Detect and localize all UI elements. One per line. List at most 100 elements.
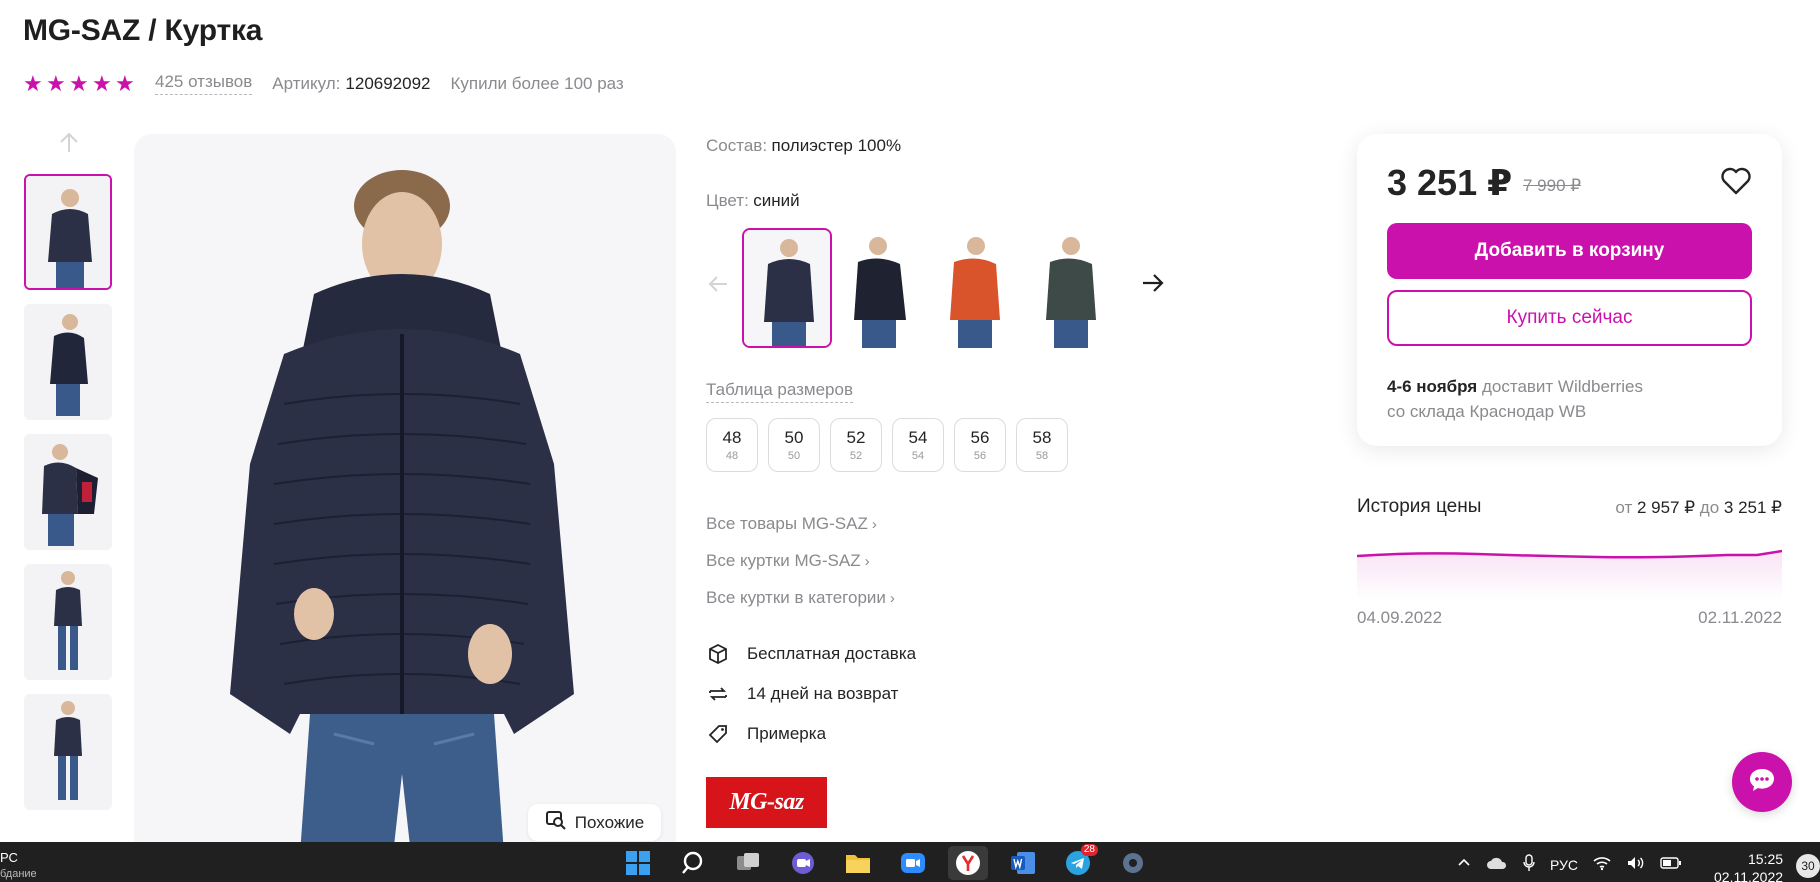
size-sublabel: 56 bbox=[973, 450, 987, 462]
color-label: Цвет: bbox=[706, 191, 749, 210]
brand-logo[interactable]: MG-saz bbox=[706, 777, 827, 828]
task-view-icon[interactable] bbox=[728, 846, 768, 880]
star-icon: ★ bbox=[23, 70, 43, 96]
range-from-value: 2 957 ₽ bbox=[1636, 498, 1696, 517]
chevron-right-icon: › bbox=[864, 553, 870, 570]
color-option-orange[interactable] bbox=[930, 228, 1020, 348]
thumbnail-4[interactable] bbox=[24, 564, 112, 680]
link-all-brand-goods[interactable]: Все товары MG-SAZ › bbox=[706, 514, 895, 536]
search-icon[interactable] bbox=[673, 846, 713, 880]
size-option[interactable]: 52 52 bbox=[830, 418, 882, 472]
article-label: Артикул: bbox=[272, 73, 341, 93]
windows-start-icon[interactable] bbox=[618, 846, 658, 880]
reviews-link[interactable]: 425 отзывов bbox=[155, 72, 253, 95]
star-icon: ★ bbox=[92, 70, 112, 96]
yandex-browser-icon[interactable] bbox=[948, 846, 988, 880]
microphone-icon[interactable] bbox=[1522, 854, 1536, 875]
size-label: 58 bbox=[1032, 428, 1052, 447]
taskbar-weather[interactable]: РС бдание bbox=[0, 851, 37, 880]
range-to-value: 3 251 ₽ bbox=[1723, 498, 1782, 517]
arrow-up-icon[interactable] bbox=[56, 130, 82, 156]
zoom-icon[interactable] bbox=[893, 846, 933, 880]
taskbar-clock[interactable]: 15:25 02.11.2022 bbox=[1714, 850, 1783, 882]
file-explorer-icon[interactable] bbox=[838, 846, 878, 880]
size-option[interactable]: 54 54 bbox=[892, 418, 944, 472]
onedrive-cloud-icon[interactable] bbox=[1486, 855, 1508, 874]
heart-icon[interactable] bbox=[1719, 164, 1753, 198]
perk-label: Примерка bbox=[747, 724, 827, 743]
telegram-badge: 28 bbox=[1080, 844, 1098, 856]
size-sublabel: 54 bbox=[911, 450, 925, 462]
perk-return: 14 дней на возврат bbox=[706, 682, 916, 706]
similar-search-icon bbox=[545, 809, 567, 836]
thumbnail-1[interactable] bbox=[24, 174, 112, 290]
bought-count: Купили более 100 раз bbox=[450, 73, 624, 93]
size-sublabel: 58 bbox=[1035, 450, 1049, 462]
main-product-photo[interactable] bbox=[134, 134, 676, 882]
telegram-icon[interactable]: 28 bbox=[1058, 844, 1098, 880]
size-sublabel: 52 bbox=[849, 450, 863, 462]
price-history-title: История цены bbox=[1357, 496, 1482, 517]
star-icon: ★ bbox=[69, 70, 89, 96]
composition-value: полиэстер 100% bbox=[771, 136, 902, 155]
thumbnail-2[interactable] bbox=[24, 304, 112, 420]
return-arrows-icon bbox=[706, 682, 730, 706]
size-option[interactable]: 50 50 bbox=[768, 418, 820, 472]
word-icon[interactable] bbox=[1003, 846, 1043, 880]
size-selector: 48 48 50 50 52 52 54 54 56 56 58 58 bbox=[706, 418, 1068, 472]
arrow-right-icon[interactable] bbox=[1140, 270, 1166, 303]
battery-icon[interactable] bbox=[1660, 856, 1682, 873]
notification-badge[interactable]: 30 bbox=[1796, 854, 1820, 878]
size-label: 56 bbox=[970, 428, 990, 447]
chat-button[interactable] bbox=[1732, 752, 1792, 812]
settings-gear-icon[interactable] bbox=[1113, 846, 1153, 880]
windows-taskbar: РС бдание 28 РУС 15:25 02.11.2022 30 bbox=[0, 842, 1820, 882]
chat-bubble-icon bbox=[1747, 765, 1777, 800]
color-option-navy[interactable] bbox=[742, 228, 832, 348]
taskbar-apps: 28 bbox=[618, 844, 1153, 880]
rating-stars[interactable]: ★ ★ ★ ★ ★ bbox=[23, 70, 135, 96]
similar-button[interactable]: Похожие bbox=[528, 804, 661, 841]
similar-label: Похожие bbox=[574, 812, 645, 832]
star-icon: ★ bbox=[46, 70, 66, 96]
price-history-chart[interactable] bbox=[1356, 540, 1783, 600]
arrow-left-icon[interactable] bbox=[706, 272, 730, 303]
delivery-info: 4-6 ноября доставит Wildberries со склад… bbox=[1387, 374, 1643, 424]
color-selector bbox=[706, 228, 1166, 348]
link-all-brand-jackets[interactable]: Все куртки MG-SAZ › bbox=[706, 551, 895, 573]
product-title: MG-SAZ / Куртка bbox=[23, 14, 263, 47]
chevron-right-icon: › bbox=[871, 516, 877, 533]
add-to-cart-button[interactable]: Добавить в корзину bbox=[1387, 223, 1752, 279]
size-sublabel: 50 bbox=[787, 450, 801, 462]
link-all-category-jackets[interactable]: Все куртки в категории › bbox=[706, 588, 895, 610]
language-indicator[interactable]: РУС bbox=[1550, 857, 1578, 873]
size-option[interactable]: 58 58 bbox=[1016, 418, 1068, 472]
color-option-black[interactable] bbox=[834, 228, 924, 348]
volume-icon[interactable] bbox=[1626, 855, 1646, 874]
color-value: синий bbox=[753, 191, 800, 210]
thumbnail-5[interactable] bbox=[24, 694, 112, 810]
size-label: 52 bbox=[846, 428, 866, 447]
color-option-green[interactable] bbox=[1026, 228, 1116, 348]
box-icon bbox=[706, 642, 730, 666]
perk-label: 14 дней на возврат bbox=[747, 684, 899, 703]
chevron-up-icon[interactable] bbox=[1456, 855, 1472, 874]
wifi-icon[interactable] bbox=[1592, 855, 1612, 874]
old-price: 7 990 ₽ bbox=[1523, 176, 1582, 195]
buy-now-button[interactable]: Купить сейчас bbox=[1387, 290, 1752, 346]
link-label: Все куртки в категории bbox=[706, 588, 886, 607]
size-option[interactable]: 48 48 bbox=[706, 418, 758, 472]
thumbnail-3[interactable] bbox=[24, 434, 112, 550]
clock-time: 15:25 bbox=[1747, 851, 1784, 867]
product-meta: ★ ★ ★ ★ ★ 425 отзывов Артикул: 120692092… bbox=[23, 72, 624, 95]
perk-free-delivery: Бесплатная доставка bbox=[706, 642, 916, 666]
delivery-date: 4-6 ноября bbox=[1387, 377, 1478, 396]
system-tray: РУС bbox=[1456, 854, 1682, 875]
perks-list: Бесплатная доставка 14 дней на возврат П… bbox=[706, 642, 916, 762]
size-option[interactable]: 56 56 bbox=[954, 418, 1006, 472]
teams-chat-icon[interactable] bbox=[783, 846, 823, 880]
price-history-range: от 2 957 ₽ до 3 251 ₽ bbox=[1615, 498, 1782, 518]
tag-icon bbox=[706, 722, 730, 746]
composition-row: Состав: полиэстер 100% bbox=[706, 136, 901, 156]
size-table-link[interactable]: Таблица размеров bbox=[706, 380, 853, 403]
